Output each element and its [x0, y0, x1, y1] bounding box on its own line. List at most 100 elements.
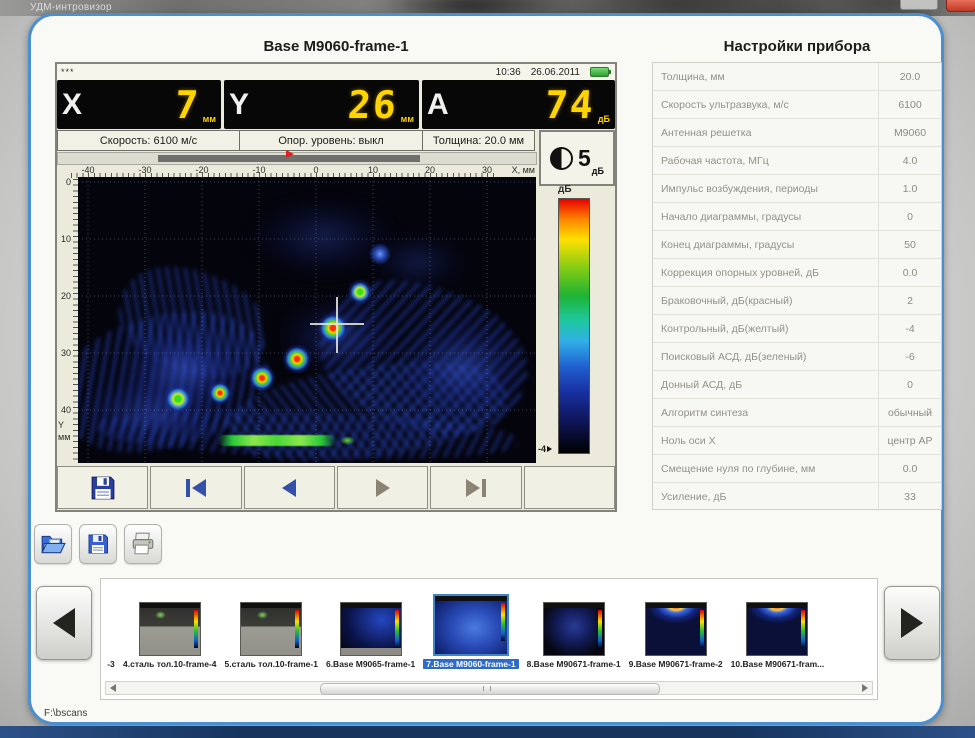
film-item[interactable]: 8.Base M90671-frame-1: [527, 602, 621, 669]
scan-hotspot: [208, 381, 232, 405]
film-item[interactable]: 4.сталь тол.10-frame-4: [123, 602, 216, 669]
info-ref-level: Опор. уровень: выкл: [239, 130, 423, 151]
settings-title: Настройки прибора: [652, 38, 942, 55]
settings-row: Браковочный, дБ(красный)2: [653, 287, 941, 315]
film-item-label: 5.сталь тол.10-frame-1: [224, 659, 317, 669]
film-item-label: 6.Base M9065-frame-1: [326, 659, 415, 669]
x-tick-label: -30: [130, 165, 160, 175]
x-tick-label: -40: [73, 165, 103, 175]
mini-colorbar: [501, 603, 505, 641]
lcd-y-unit: мм: [401, 114, 414, 129]
mini-colorbar: [194, 610, 198, 648]
app-window: УДМ-интровизор Base M9060-frame-1 Настро…: [0, 0, 975, 738]
transport-spacer: [524, 466, 615, 509]
film-item[interactable]: 10.Base M90671-fram...: [731, 602, 825, 669]
film-item[interactable]: 6.Base M9065-frame-1: [326, 602, 415, 669]
info-thickness: Толщина: 20.0 мм: [422, 130, 535, 151]
settings-row: Усиление, дБ33: [653, 483, 941, 511]
contrast-value: 5: [578, 147, 591, 170]
colorbar: [558, 198, 590, 454]
film-thumbnail-row: -3 4.сталь тол.10-frame-4 5.сталь тол.10…: [107, 583, 875, 669]
film-item-label: 10.Base M90671-fram...: [731, 659, 825, 669]
film-prev-button[interactable]: [36, 586, 92, 660]
film-thumbnail: [340, 602, 402, 656]
lcd-a-cell: A 74 дБ: [422, 80, 615, 129]
film-item-label: -3: [107, 659, 115, 669]
film-thumbnail: [240, 602, 302, 656]
mini-colorbar: [598, 610, 602, 648]
x-axis-unit: X, мм: [512, 165, 535, 175]
y-axis-unit: Y мм: [58, 420, 70, 443]
film-item-selected[interactable]: 7.Base M9060-frame-1: [423, 594, 518, 669]
device-clock: 10:36: [496, 67, 521, 78]
settings-row: Рабочая частота, МГц4.0: [653, 147, 941, 175]
save-button[interactable]: [79, 524, 117, 564]
x-position-scrollbar[interactable]: [57, 152, 537, 165]
x-tick-label: -10: [244, 165, 274, 175]
file-toolbar: [34, 524, 162, 564]
lcd-x-unit: мм: [203, 114, 216, 129]
film-scrollbar[interactable]: [105, 681, 873, 695]
minimize-button[interactable]: [900, 0, 938, 10]
lcd-a-label: A: [427, 90, 449, 120]
film-thumbnail: [746, 602, 808, 656]
lcd-a-unit: дБ: [598, 114, 610, 129]
film-thumbnail: [645, 602, 707, 656]
film-scrollbar-thumb[interactable]: [320, 683, 659, 695]
next-frame-button[interactable]: [337, 466, 428, 509]
arrow-right-icon: [901, 608, 923, 638]
window-title: УДМ-интровизор: [30, 2, 112, 13]
crosshair-cursor[interactable]: [336, 297, 338, 353]
scan-image[interactable]: [78, 177, 536, 463]
lcd-x-label: X: [62, 90, 82, 120]
settings-row: Антенная решеткаM9060: [653, 119, 941, 147]
film-item[interactable]: 5.сталь тол.10-frame-1: [224, 602, 317, 669]
close-button[interactable]: [946, 0, 975, 12]
scrollbar-right-arrow-icon[interactable]: [862, 684, 868, 692]
bottom-echo-streak: [218, 435, 336, 446]
y-tick-label: 0: [55, 177, 71, 187]
mini-colorbar: [700, 610, 704, 648]
open-button[interactable]: [34, 524, 72, 564]
settings-row: Толщина, мм20.0: [653, 63, 941, 91]
floppy-icon: [86, 532, 110, 556]
save-frame-button[interactable]: [57, 466, 148, 509]
lcd-y-cell: Y 26 мм: [224, 80, 419, 129]
scan-hotspot: [282, 344, 312, 374]
settings-row: Донный АСД, дБ0: [653, 371, 941, 399]
bottom-echo-dot: [340, 436, 355, 445]
y-tick-label: 10: [55, 234, 71, 244]
settings-row: Ноль оси Xцентр АР: [653, 427, 941, 455]
skip-first-icon: [186, 479, 190, 497]
y-tick-label: 30: [55, 348, 71, 358]
colorbar-label: дБ: [558, 184, 572, 195]
prev-frame-button[interactable]: [244, 466, 335, 509]
contrast-button[interactable]: 5 дБ: [539, 130, 615, 186]
contrast-unit: дБ: [592, 166, 604, 184]
record-indicator: ***: [61, 67, 75, 77]
lcd-y-label: Y: [229, 90, 249, 120]
position-marker-icon: [286, 150, 294, 158]
y-tick-label: 20: [55, 291, 71, 301]
scrollbar-left-arrow-icon[interactable]: [110, 684, 116, 692]
print-button[interactable]: [124, 524, 162, 564]
film-item[interactable]: 9.Base M90671-frame-2: [629, 602, 723, 669]
film-item[interactable]: -3: [107, 602, 115, 669]
first-frame-button[interactable]: [150, 466, 241, 509]
floppy-icon: [90, 475, 116, 501]
film-item-label: 7.Base M9060-frame-1: [423, 659, 518, 669]
film-next-button[interactable]: [884, 586, 940, 660]
film-item-label: 8.Base M90671-frame-1: [527, 659, 621, 669]
x-tick-label: -20: [187, 165, 217, 175]
crosshair-cursor[interactable]: [310, 323, 364, 325]
film-item-label: 9.Base M90671-frame-2: [629, 659, 723, 669]
frame-title: Base M9060-frame-1: [55, 38, 617, 55]
last-frame-button[interactable]: [430, 466, 521, 509]
skip-first-icon: [192, 479, 206, 497]
colorbar-min-label: -4: [538, 444, 552, 454]
x-tick-label: 20: [415, 165, 445, 175]
x-tick-label: 30: [472, 165, 502, 175]
prev-icon: [282, 479, 296, 497]
settings-row: Коррекция опорных уровней, дБ0.0: [653, 259, 941, 287]
lcd-a-value: 74: [544, 86, 596, 124]
